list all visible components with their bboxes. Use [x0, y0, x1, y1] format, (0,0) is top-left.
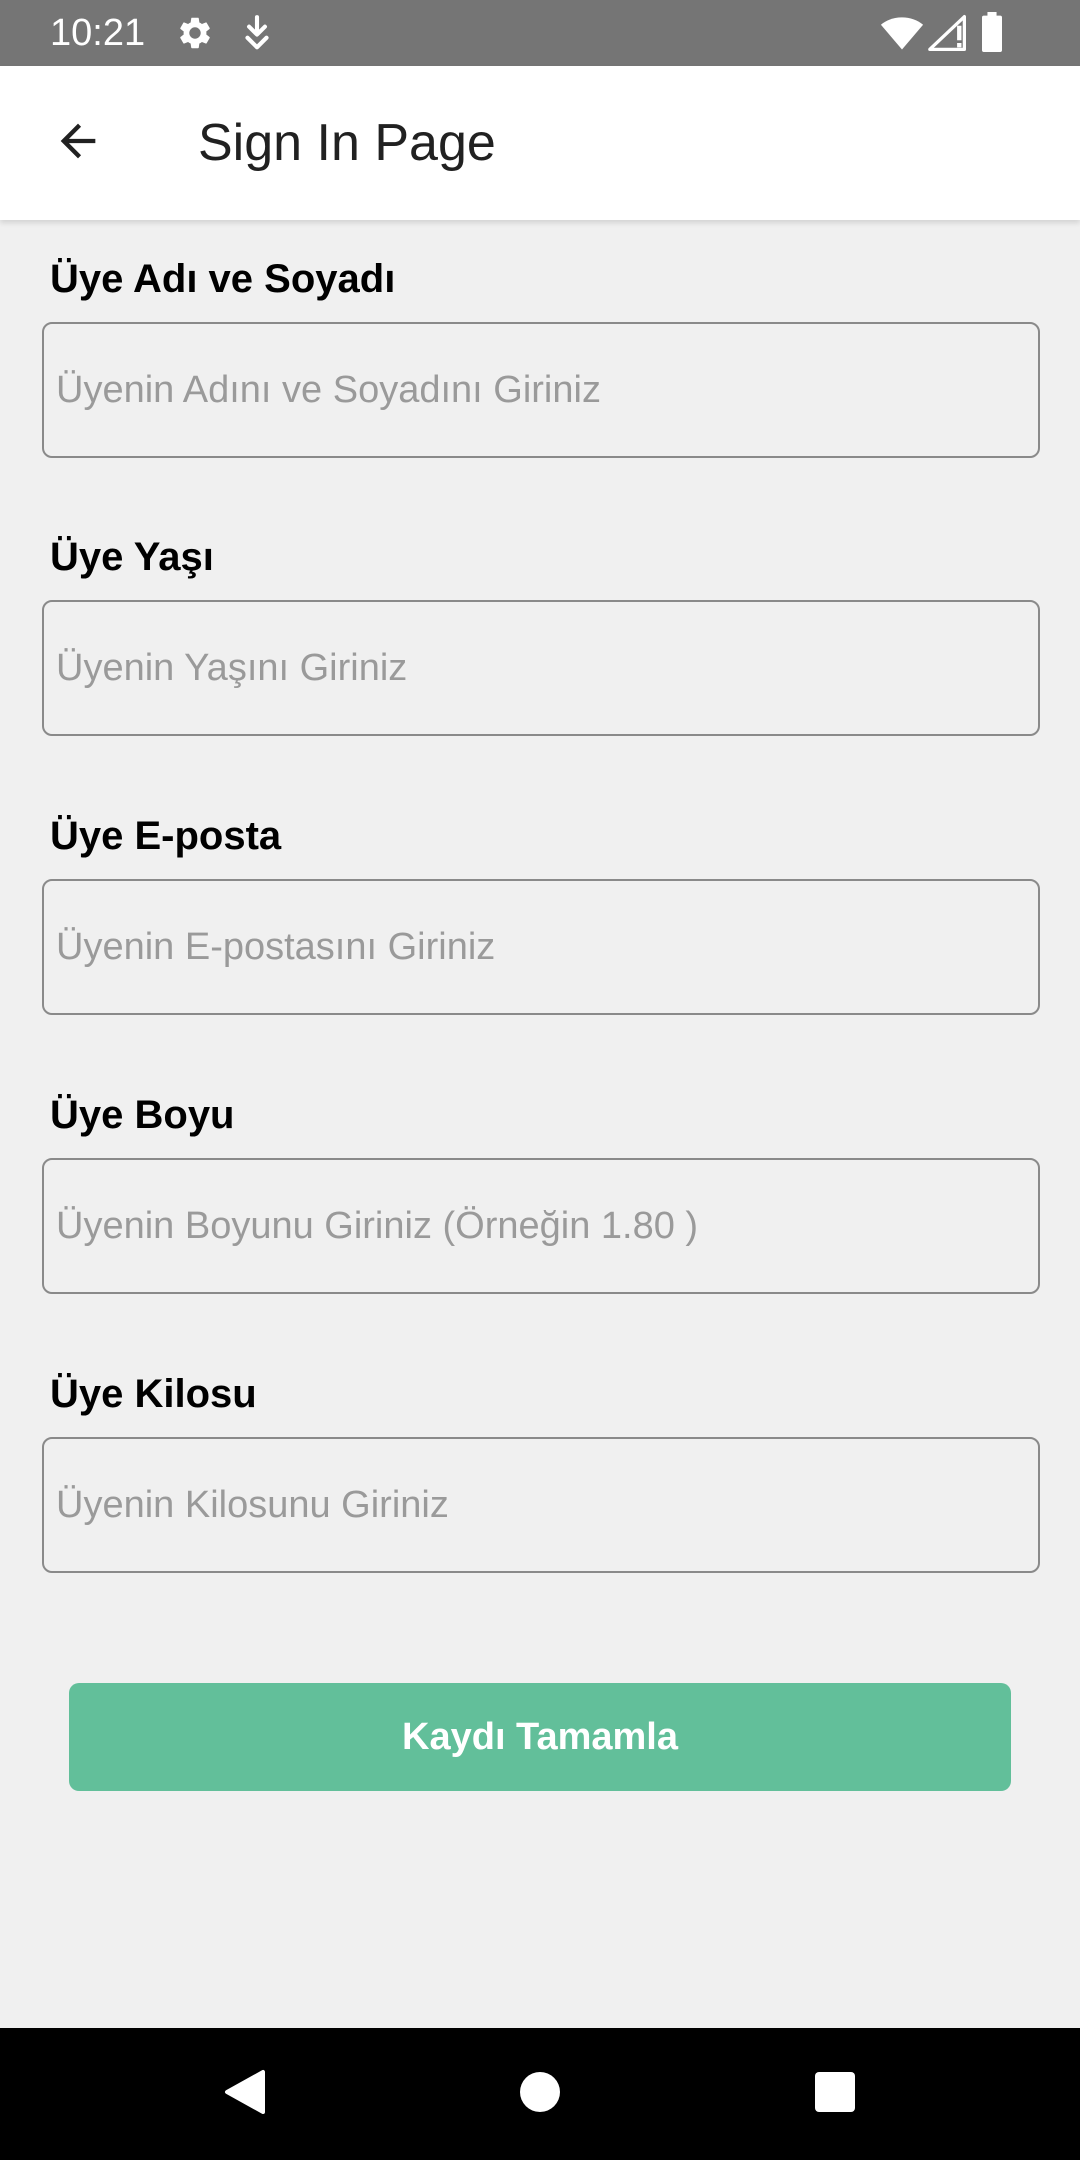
nav-recents-button[interactable] — [800, 2028, 870, 2160]
app-bar: Sign In Page — [0, 66, 1080, 220]
nav-back-button[interactable] — [210, 2028, 280, 2160]
email-label: Üye E-posta — [50, 814, 282, 858]
age-input[interactable] — [42, 600, 1040, 736]
height-input[interactable] — [42, 1158, 1040, 1294]
complete-registration-button[interactable]: Kaydı Tamamla — [69, 1683, 1011, 1791]
arrow-back-icon — [52, 115, 104, 172]
age-label: Üye Yaşı — [50, 535, 214, 579]
battery-icon — [980, 12, 1004, 52]
back-button[interactable] — [38, 103, 118, 183]
sign-in-screen: 10:21 Sign In Page Üye Adı ve Soyadı Üye… — [0, 0, 1080, 2160]
name-input[interactable] — [42, 322, 1040, 458]
back-triangle-icon — [223, 2068, 267, 2121]
email-input[interactable] — [42, 879, 1040, 1015]
nav-home-button[interactable] — [505, 2028, 575, 2160]
wifi-icon — [880, 14, 924, 52]
gear-icon — [176, 14, 214, 52]
page-title: Sign In Page — [198, 114, 496, 172]
status-bar: 10:21 — [0, 0, 1080, 66]
weight-label: Üye Kilosu — [50, 1372, 257, 1416]
height-label: Üye Boyu — [50, 1093, 235, 1137]
download-icon — [240, 14, 274, 52]
weight-input[interactable] — [42, 1437, 1040, 1573]
signal-icon — [928, 14, 968, 52]
system-nav-bar — [0, 2028, 1080, 2160]
name-label: Üye Adı ve Soyadı — [50, 257, 396, 301]
home-circle-icon — [518, 2070, 562, 2119]
recents-square-icon — [814, 2071, 856, 2118]
status-time: 10:21 — [50, 12, 146, 54]
